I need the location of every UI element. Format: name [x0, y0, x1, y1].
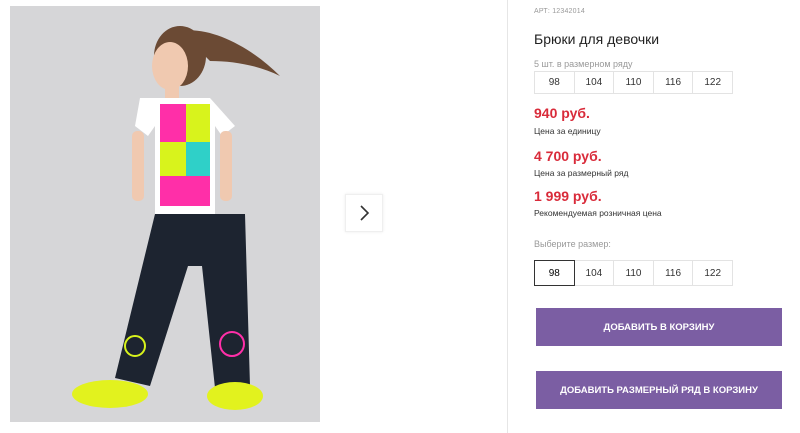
product-title: Брюки для девочки	[534, 31, 660, 47]
set-size-label: 5 шт. в размерном ряду	[534, 59, 633, 69]
size-option-104[interactable]: 104	[573, 260, 615, 286]
product-gallery	[0, 0, 508, 433]
chevron-right-icon	[360, 205, 370, 221]
set-sizes: 98 104 110 116 122	[534, 71, 733, 94]
set-size-122: 122	[692, 71, 733, 94]
next-image-button[interactable]	[345, 194, 383, 232]
size-option-110[interactable]: 110	[613, 260, 654, 286]
size-selector: 98 104 110 116 122	[534, 260, 733, 286]
price-set: 4 700 руб.	[534, 148, 602, 164]
product-photo-illustration	[10, 6, 320, 422]
size-option-122[interactable]: 122	[692, 260, 733, 286]
price-unit: 940 руб.	[534, 105, 590, 121]
set-size-104: 104	[573, 71, 615, 94]
price-set-note: Цена за размерный ряд	[534, 168, 629, 178]
size-option-98[interactable]: 98	[534, 260, 575, 286]
product-photo[interactable]	[10, 6, 320, 422]
add-to-cart-button[interactable]: Добавить в корзину	[536, 308, 782, 346]
set-size-116: 116	[652, 71, 694, 94]
product-page: АРТ: 12342014 Брюки для девочки 5 шт. в …	[0, 0, 800, 433]
add-set-to-cart-button[interactable]: Добавить размерный ряд в корзину	[536, 371, 782, 409]
product-info: АРТ: 12342014 Брюки для девочки 5 шт. в …	[534, 0, 800, 433]
article-number: АРТ: 12342014	[534, 8, 585, 15]
choose-size-label: Выберите размер:	[534, 239, 611, 249]
price-retail: 1 999 руб.	[534, 188, 602, 204]
set-size-98: 98	[534, 71, 575, 94]
price-unit-note: Цена за единицу	[534, 126, 601, 136]
price-retail-note: Рекомендуемая розничная цена	[534, 208, 662, 218]
set-size-110: 110	[613, 71, 654, 94]
size-option-116[interactable]: 116	[652, 260, 694, 286]
